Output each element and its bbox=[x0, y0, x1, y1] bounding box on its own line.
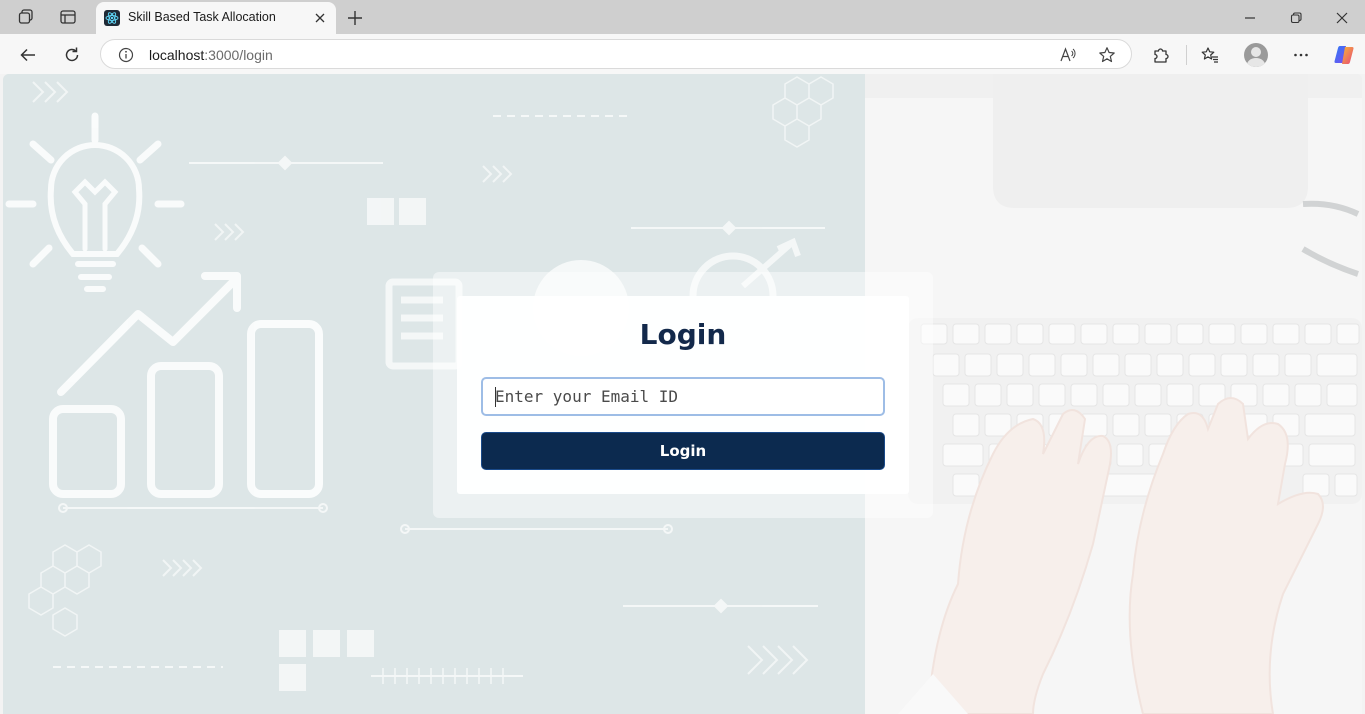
minimize-icon[interactable] bbox=[1239, 7, 1261, 29]
read-aloud-icon[interactable] bbox=[1058, 45, 1078, 65]
toolbar-divider bbox=[1186, 45, 1187, 65]
page-viewport: Login Login bbox=[3, 74, 1362, 714]
close-icon[interactable] bbox=[312, 10, 328, 26]
puzzle-icon[interactable] bbox=[1148, 42, 1174, 68]
login-button[interactable]: Login bbox=[481, 432, 885, 470]
browser-tab[interactable]: Skill Based Task Allocation bbox=[96, 2, 336, 34]
react-icon bbox=[104, 10, 120, 26]
restore-icon[interactable] bbox=[1285, 7, 1307, 29]
workspaces-icon[interactable] bbox=[15, 6, 37, 28]
email-input[interactable] bbox=[481, 377, 885, 416]
growth-chart-icon bbox=[49, 272, 323, 498]
url-text[interactable]: localhost:3000/login bbox=[149, 47, 273, 63]
favorites-icon[interactable] bbox=[1197, 42, 1223, 68]
copilot-icon[interactable] bbox=[1332, 43, 1356, 67]
avatar-icon[interactable] bbox=[1244, 43, 1268, 67]
plus-icon[interactable] bbox=[344, 7, 366, 29]
lightbulb-icon bbox=[5, 112, 185, 292]
tab-strip: Skill Based Task Allocation bbox=[0, 0, 1365, 34]
text-caret bbox=[495, 387, 496, 407]
star-icon[interactable] bbox=[1097, 45, 1117, 65]
tab-actions-icon[interactable] bbox=[57, 6, 79, 28]
back-arrow-icon[interactable] bbox=[15, 42, 41, 68]
decorative-squares bbox=[279, 198, 426, 691]
refresh-icon[interactable] bbox=[59, 42, 85, 68]
info-icon[interactable] bbox=[116, 45, 136, 65]
window-close-icon[interactable] bbox=[1331, 7, 1353, 29]
address-bar[interactable]: localhost:3000/login bbox=[100, 39, 1132, 69]
tab-title: Skill Based Task Allocation bbox=[128, 10, 276, 24]
browser-toolbar: localhost:3000/login bbox=[0, 34, 1365, 74]
login-title: Login bbox=[639, 318, 727, 351]
more-icon[interactable] bbox=[1288, 42, 1314, 68]
